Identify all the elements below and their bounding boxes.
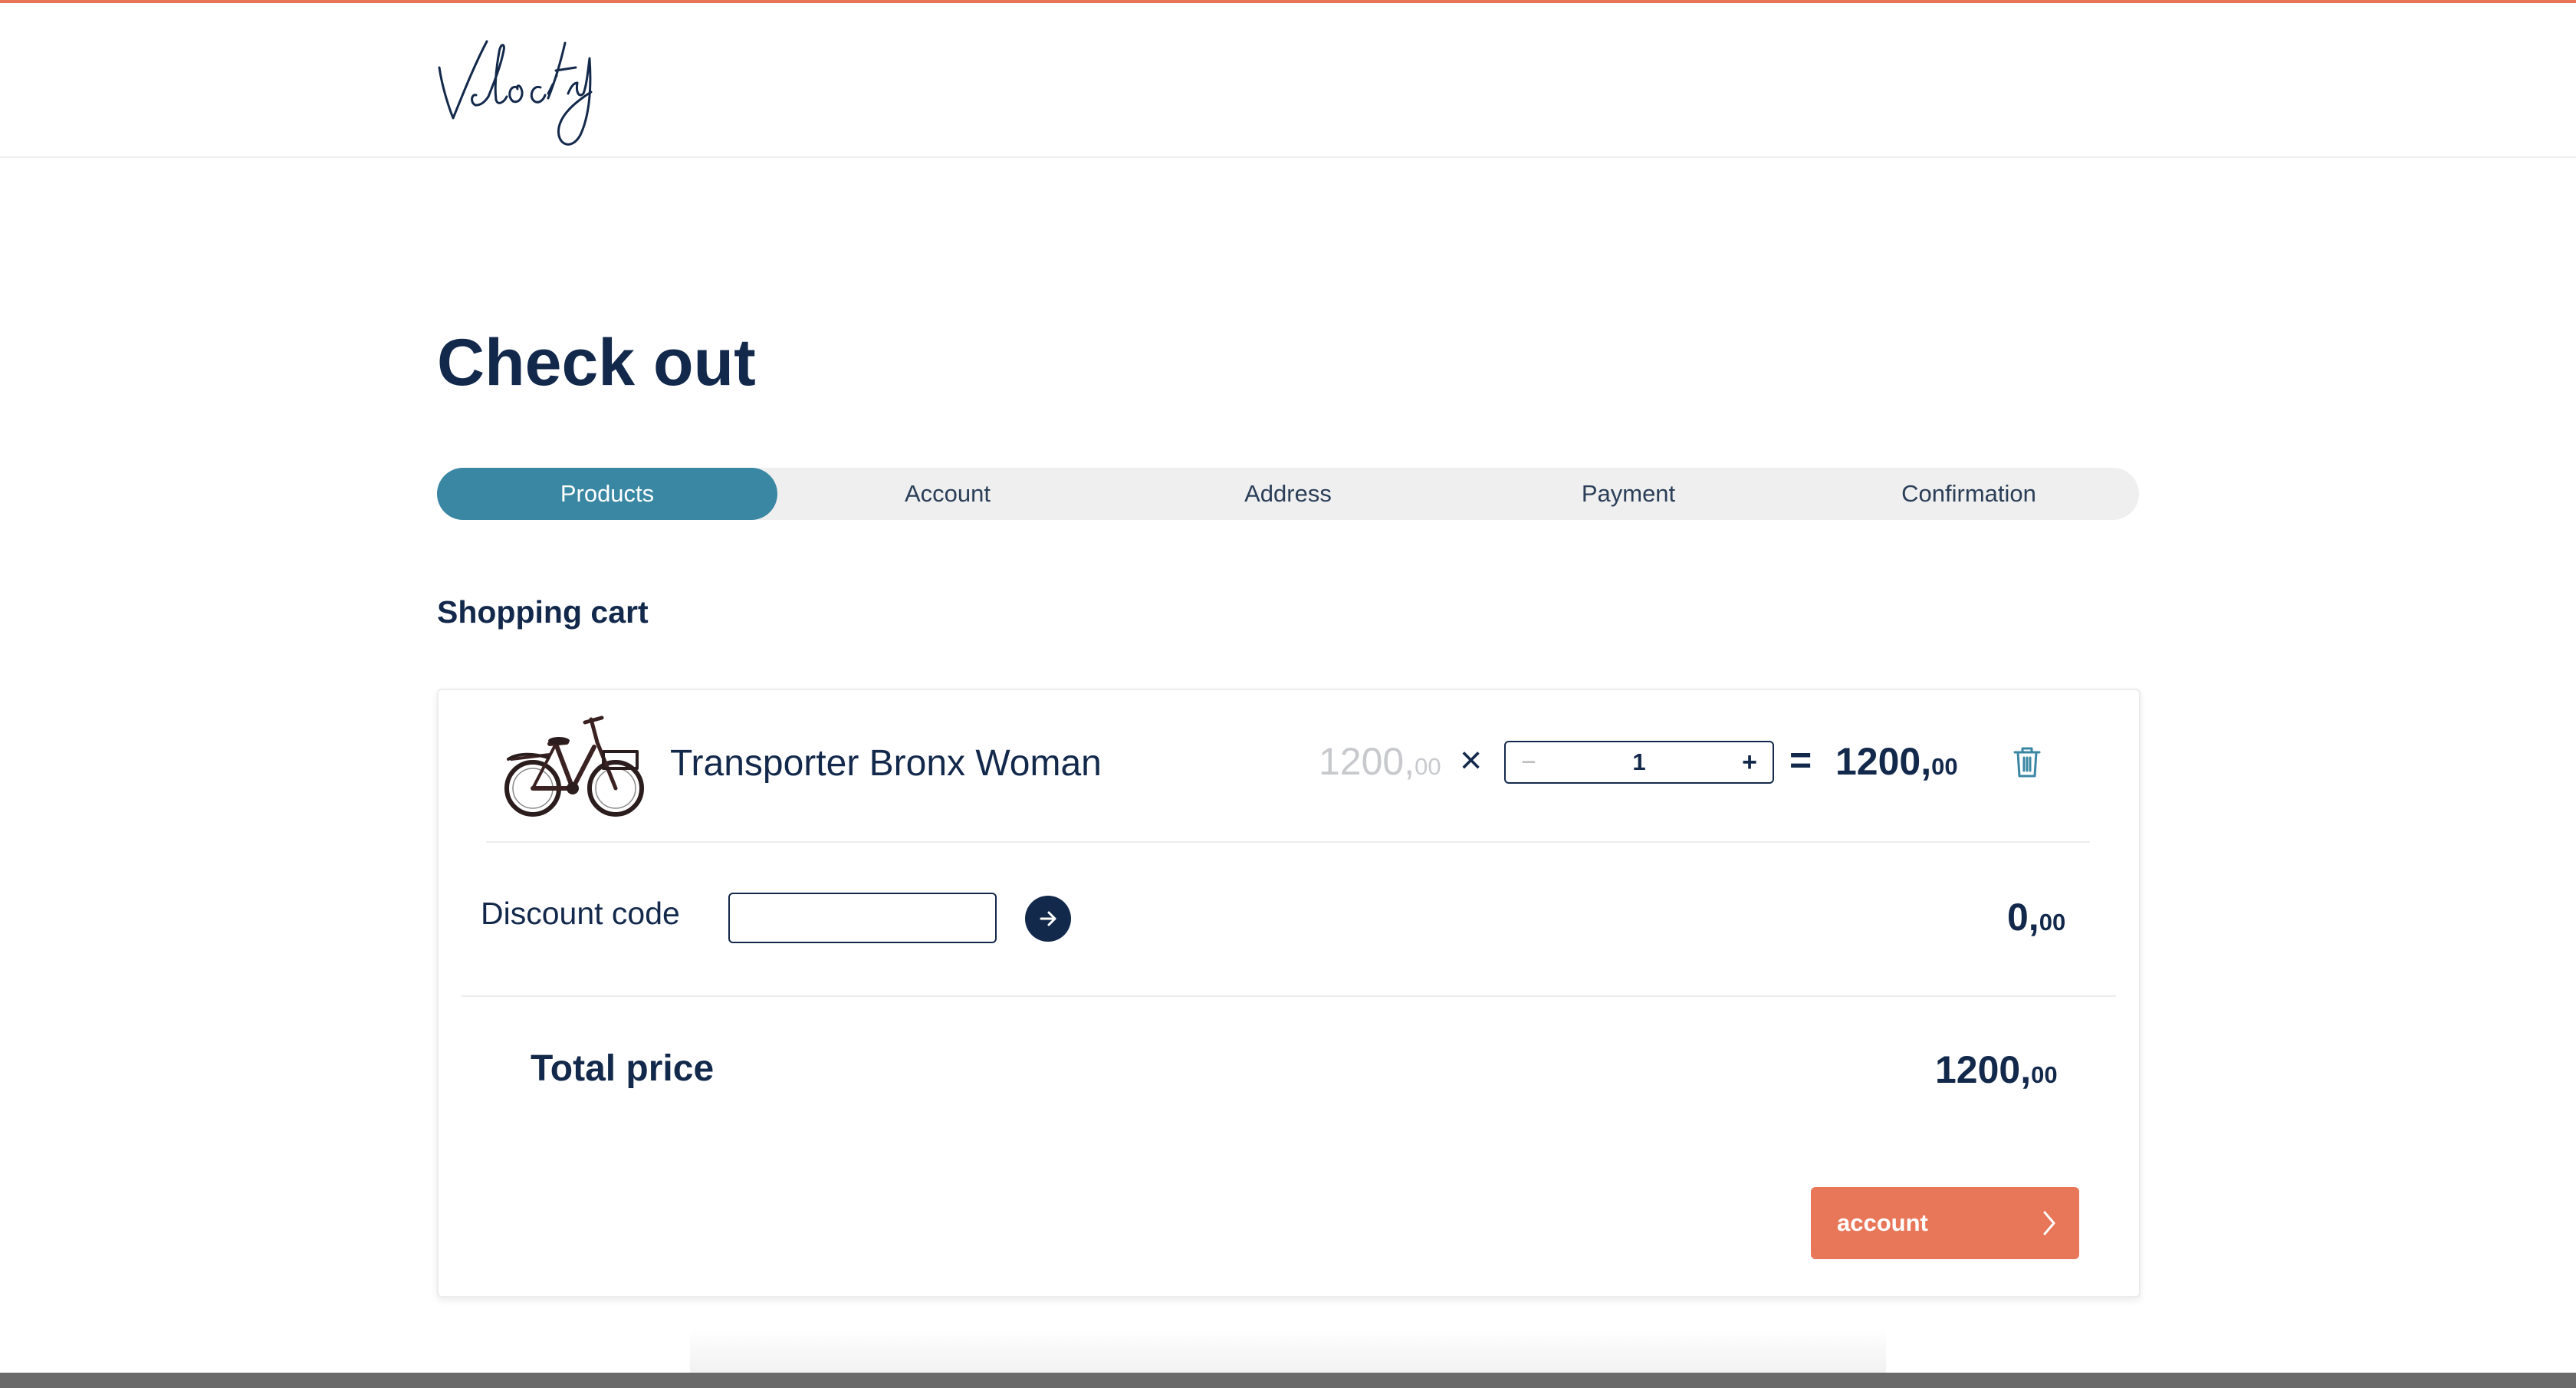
discount-apply-button[interactable] [1025,896,1071,942]
divider [462,995,2116,997]
shopping-cart-heading: Shopping cart [437,594,649,630]
cart-card: Transporter Bronx Woman 1200,00 × − 1 + … [437,689,2141,1298]
discount-code-input[interactable] [728,893,997,943]
increase-quantity-button[interactable]: + [1727,748,1773,778]
product-name[interactable]: Transporter Bronx Woman [670,742,1102,784]
trash-icon[interactable] [2012,745,2042,779]
equals-sign: = [1789,738,1812,781]
line-total: 1200,00 [1835,740,1958,783]
quantity-value[interactable]: 1 [1552,748,1727,776]
step-account[interactable]: Account [777,468,1118,520]
divider [486,841,2090,843]
site-header [0,3,2576,158]
discount-amount: 0,00 [2007,896,2066,939]
discount-code-label: Discount code [481,896,680,931]
arrow-right-icon [1040,911,1056,926]
multiply-sign: × [1460,738,1483,781]
total-price-label: Total price [531,1048,715,1089]
next-button-label: account [1837,1209,1928,1236]
checkout-steps: Products Account Address Payment Confirm… [437,468,2139,520]
unit-price: 1200,00 [1319,740,1441,783]
bottom-bar [0,1373,2576,1388]
chevron-right-icon [2043,1211,2055,1235]
step-products[interactable]: Products [437,468,777,520]
bicycle-image [504,715,644,817]
total-price-amount: 1200,00 [1935,1048,2058,1091]
velocity-logo[interactable] [433,20,598,146]
next-step-account-button[interactable]: account [1811,1187,2079,1259]
step-confirmation[interactable]: Confirmation [1799,468,2139,520]
decrease-quantity-button[interactable]: − [1506,748,1552,778]
page-title: Check out [437,326,756,400]
step-payment[interactable]: Payment [1458,468,1799,520]
quantity-stepper: − 1 + [1504,741,1774,784]
bottom-shadow [690,1328,1886,1374]
step-address[interactable]: Address [1118,468,1458,520]
